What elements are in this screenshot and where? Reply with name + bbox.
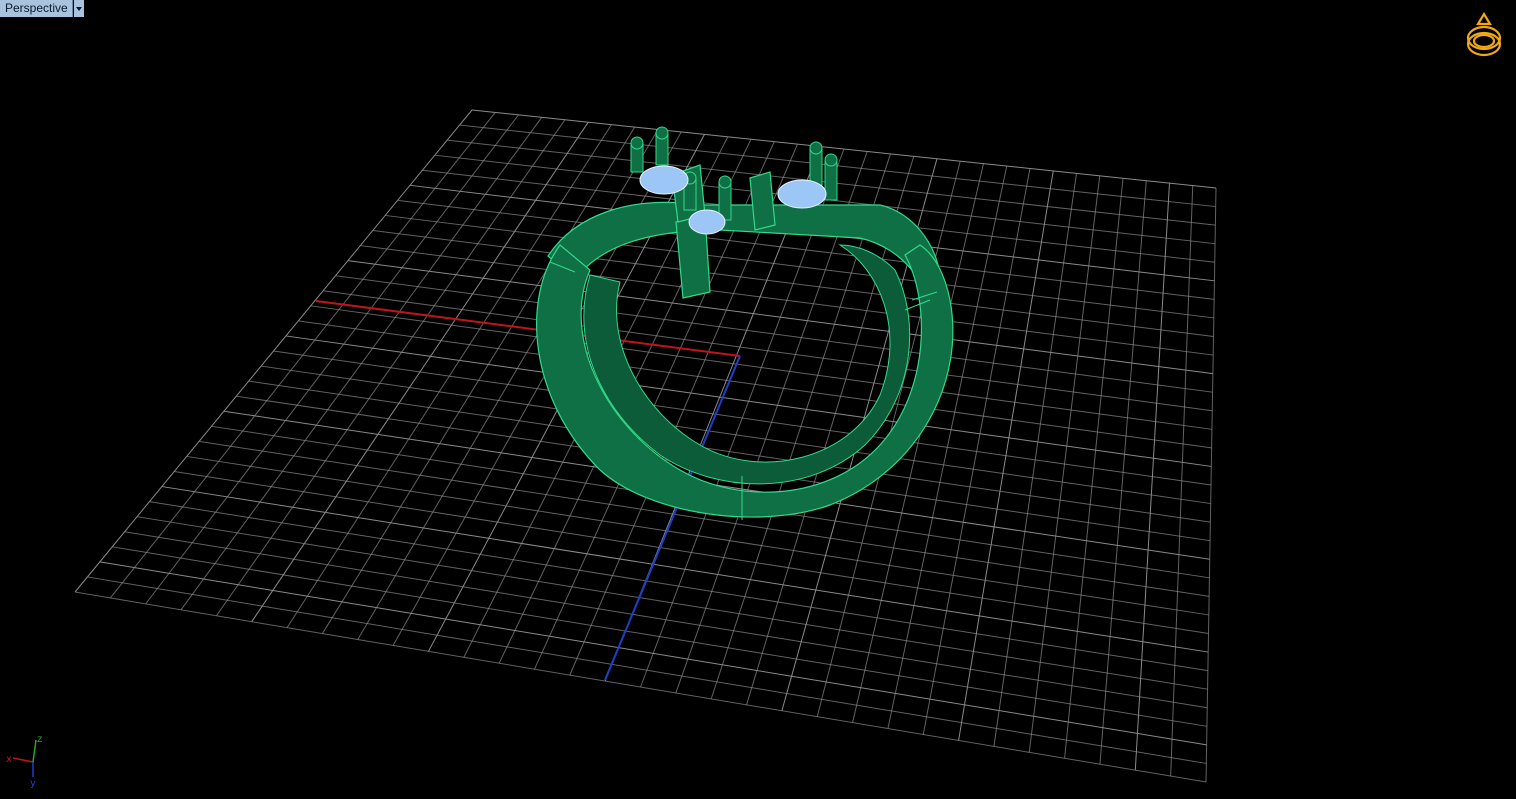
viewport-canvas[interactable]: x y z xyxy=(0,0,1516,799)
viewport-title-tab[interactable]: Perspective xyxy=(0,0,84,17)
center-setting-block xyxy=(749,171,776,231)
chevron-down-icon[interactable] xyxy=(73,0,84,17)
prong-tip xyxy=(718,175,732,189)
ring-model[interactable] xyxy=(536,126,954,520)
gem-center xyxy=(688,209,726,235)
x-axis-letter: x xyxy=(6,754,12,765)
grid-line xyxy=(136,516,1208,690)
grid-line xyxy=(1170,185,1194,777)
grid-line xyxy=(87,576,1207,764)
gem-left xyxy=(639,165,689,195)
prong-tip xyxy=(630,136,644,150)
grid-line xyxy=(922,168,1031,735)
grid-line xyxy=(112,546,1208,727)
prong-tip xyxy=(824,153,838,167)
y-axis-letter: y xyxy=(30,778,36,789)
prong-tip xyxy=(809,141,823,155)
x-axis-line xyxy=(315,300,741,357)
axis-triad-icon: x y z xyxy=(6,734,42,789)
ring-icon[interactable] xyxy=(1466,11,1502,57)
gem-right xyxy=(777,179,827,209)
viewport-name-label[interactable]: Perspective xyxy=(0,0,73,17)
perspective-viewport[interactable]: Perspective x y z xyxy=(0,0,1516,799)
grid-line xyxy=(74,591,1207,783)
z-axis-letter: z xyxy=(37,734,42,745)
prong-tip xyxy=(655,126,669,140)
grid-line xyxy=(124,531,1208,709)
